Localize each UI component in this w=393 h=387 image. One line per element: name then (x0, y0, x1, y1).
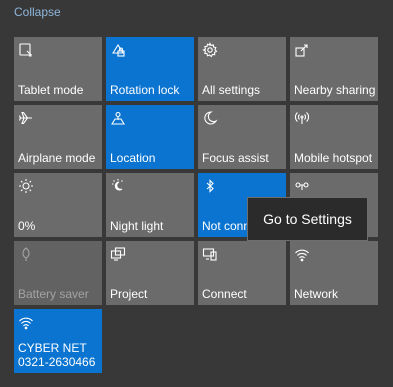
connect-icon (202, 246, 218, 262)
tile-label: Rotation lock (110, 83, 180, 97)
tile-label: 0% (18, 219, 36, 233)
tile-label: All settings (202, 83, 261, 97)
tile-location[interactable]: Location (106, 105, 194, 169)
tile-night-light[interactable]: Night light (106, 173, 194, 237)
tile-rotation-lock[interactable]: Rotation lock (106, 37, 194, 101)
tile-label: Location (110, 151, 156, 165)
tile-nearby-sharing[interactable]: Nearby sharing (290, 37, 378, 101)
tablet-mode-icon (18, 42, 34, 58)
moon-icon (202, 110, 218, 126)
nearby-sharing-icon (294, 42, 310, 58)
tile-label: Night light (110, 219, 164, 233)
project-icon (294, 178, 310, 194)
tile-label: Not conn (202, 219, 251, 233)
tile-label: Battery saver (18, 287, 89, 301)
tile-label: Nearby sharing (294, 83, 376, 97)
bluetooth-icon (202, 178, 218, 194)
tile-focus-assist[interactable]: Focus assist (198, 105, 286, 169)
tile-battery-saver[interactable]: Battery saver (14, 241, 102, 305)
tile-label: Focus assist (202, 151, 269, 165)
airplane-icon (18, 110, 34, 126)
tile-label: Tablet mode (18, 83, 84, 97)
tile-all-settings[interactable]: All settings (198, 37, 286, 101)
tile-connect[interactable]: Connect (198, 241, 286, 305)
rotation-lock-icon (110, 42, 126, 58)
hotspot-icon (294, 110, 310, 126)
tile-mobile-hotspot[interactable]: Mobile hotspot (290, 105, 378, 169)
tile-label: Airplane mode (18, 151, 96, 165)
battery-saver-icon (18, 246, 34, 262)
tile-tablet-mode[interactable]: Tablet mode (14, 37, 102, 101)
brightness-icon (18, 178, 34, 194)
network-detail: 0321-2630466 (18, 355, 96, 369)
network-name: CYBER NET (18, 341, 87, 355)
project-icon (110, 246, 126, 262)
go-to-settings-menu-item[interactable]: Go to Settings (247, 197, 368, 241)
tile-project[interactable]: Project (106, 241, 194, 305)
location-icon (110, 110, 126, 126)
tile-label: Mobile hotspot (294, 151, 373, 165)
tile-label: Connect (202, 287, 247, 301)
night-light-icon (110, 178, 126, 194)
network-icon (294, 246, 310, 262)
tile-brightness[interactable]: 0% (14, 173, 102, 237)
tile-network[interactable]: Network (290, 241, 378, 305)
tile-wifi-network[interactable]: CYBER NET 0321-2630466 (14, 309, 102, 373)
tile-label: Project (110, 287, 148, 301)
tile-label: Network (294, 287, 339, 301)
action-center: Collapse Tablet mode Rotation lock All s… (0, 0, 393, 387)
tile-airplane-mode[interactable]: Airplane mode (14, 105, 102, 169)
wifi-icon (18, 314, 34, 330)
gear-icon (202, 42, 218, 58)
collapse-link[interactable]: Collapse (14, 5, 61, 19)
